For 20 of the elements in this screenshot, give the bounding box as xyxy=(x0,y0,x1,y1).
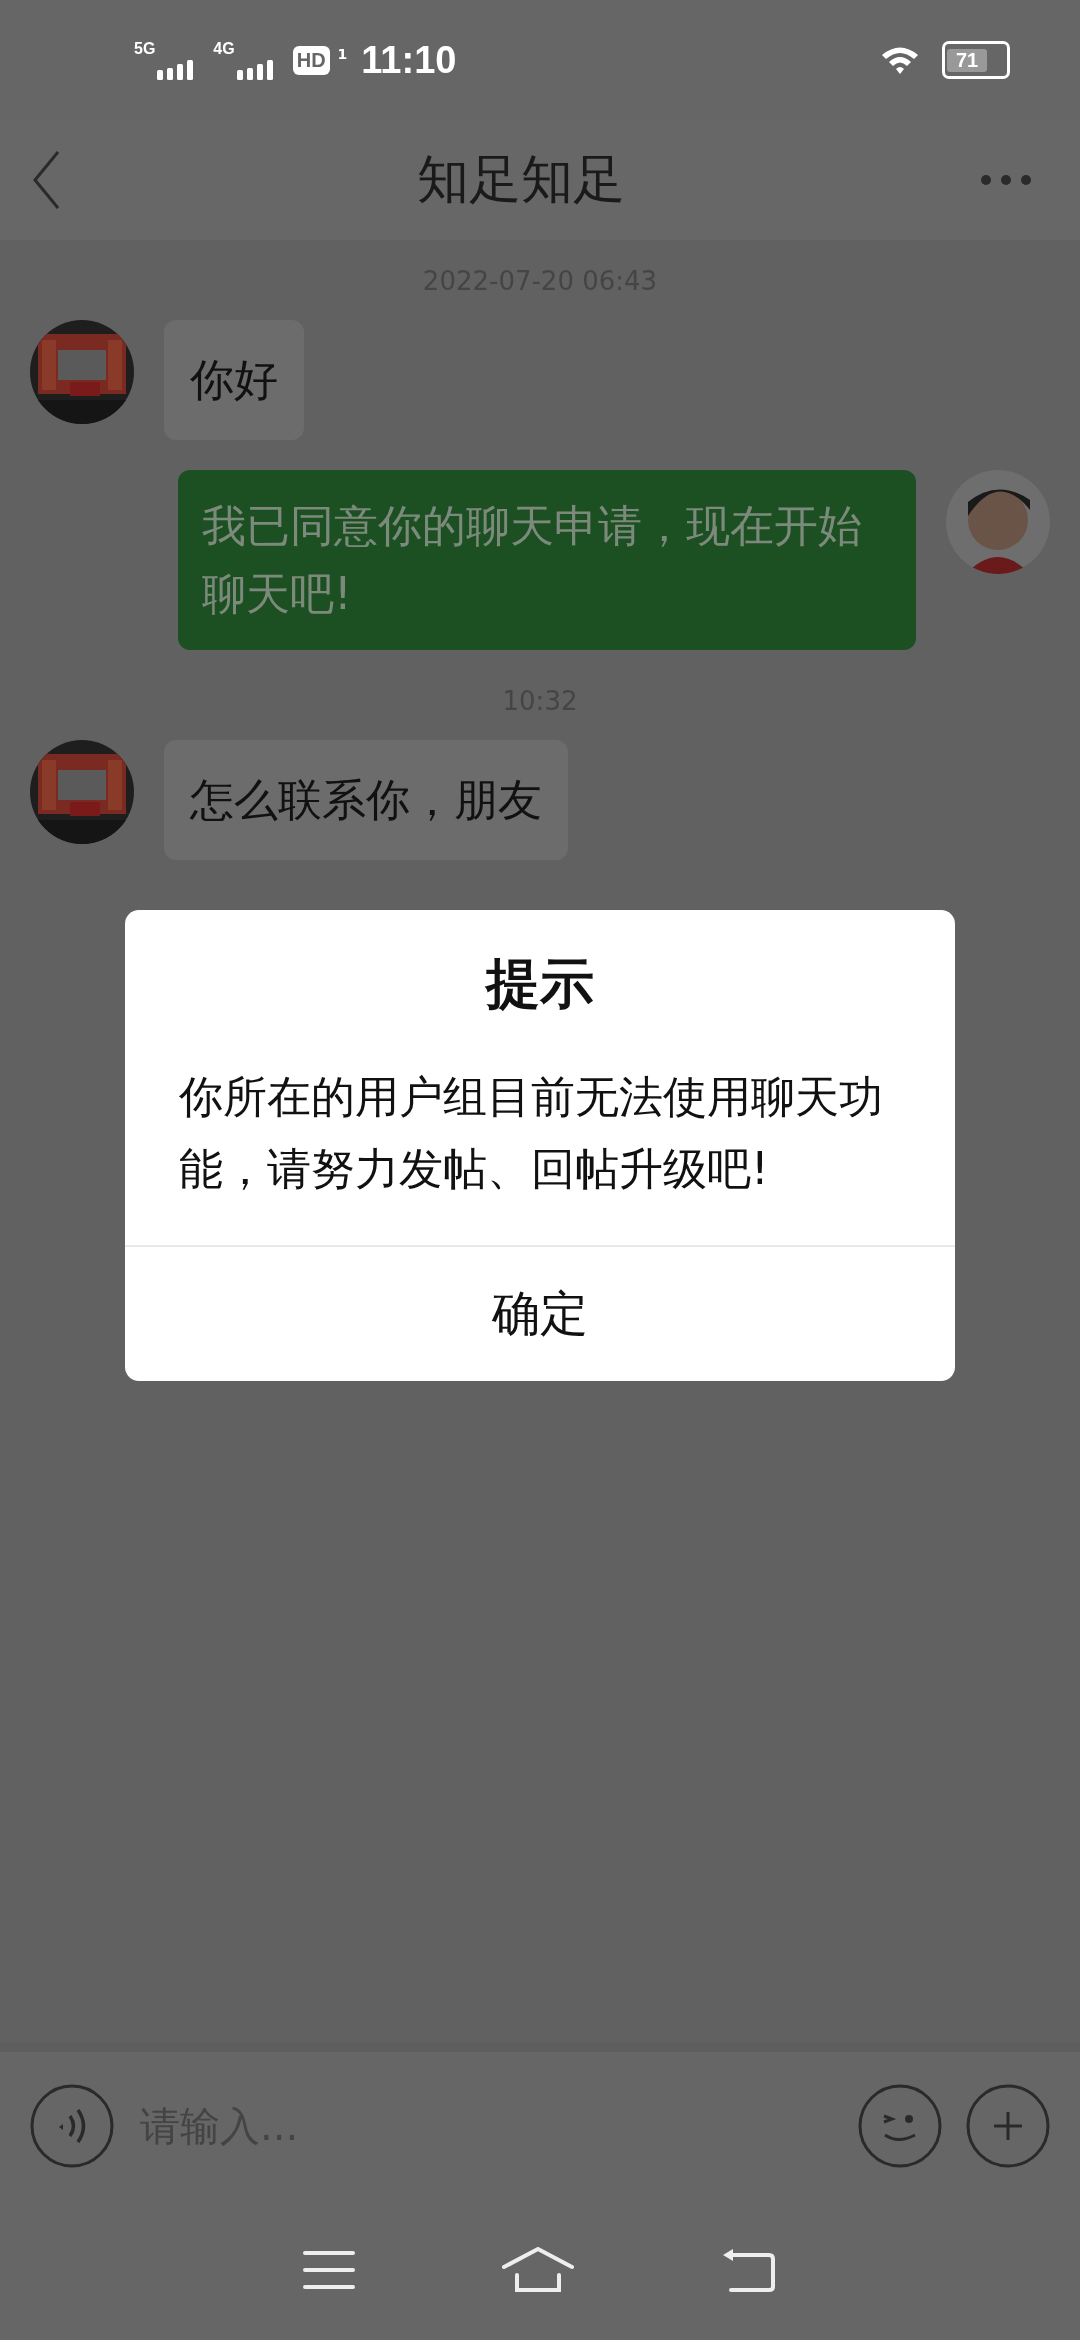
message-bubble: 我已同意你的聊天申请，现在开始聊天吧! xyxy=(178,470,916,650)
back-icon[interactable] xyxy=(32,150,62,210)
network-label: 5G xyxy=(134,40,156,58)
message-bubble: 你好 xyxy=(164,320,304,440)
voice-icon[interactable] xyxy=(30,2084,114,2168)
hd-badge: HD xyxy=(292,45,330,75)
more-icon[interactable] xyxy=(980,174,1032,186)
sim-label: 1 xyxy=(337,45,348,62)
chat-title: 知足知足 xyxy=(417,148,625,211)
clock: 11:10 xyxy=(361,38,457,82)
network-label: 4G xyxy=(213,40,235,58)
emoji-icon[interactable] xyxy=(858,2084,942,2168)
message-bubble: 怎么联系你，朋友 xyxy=(164,740,568,860)
home-icon[interactable] xyxy=(502,2247,574,2293)
dialog-message: 你所在的用户组目前无法使用聊天功能，请努力发帖、回帖升级吧! xyxy=(178,1070,884,1196)
menu-icon[interactable] xyxy=(303,2249,356,2291)
dialog-title: 提示 xyxy=(484,951,595,1017)
plus-icon[interactable] xyxy=(966,2084,1050,2168)
confirm-button[interactable]: 确定 xyxy=(125,1245,955,1381)
battery-icon: 71 xyxy=(942,41,1010,79)
